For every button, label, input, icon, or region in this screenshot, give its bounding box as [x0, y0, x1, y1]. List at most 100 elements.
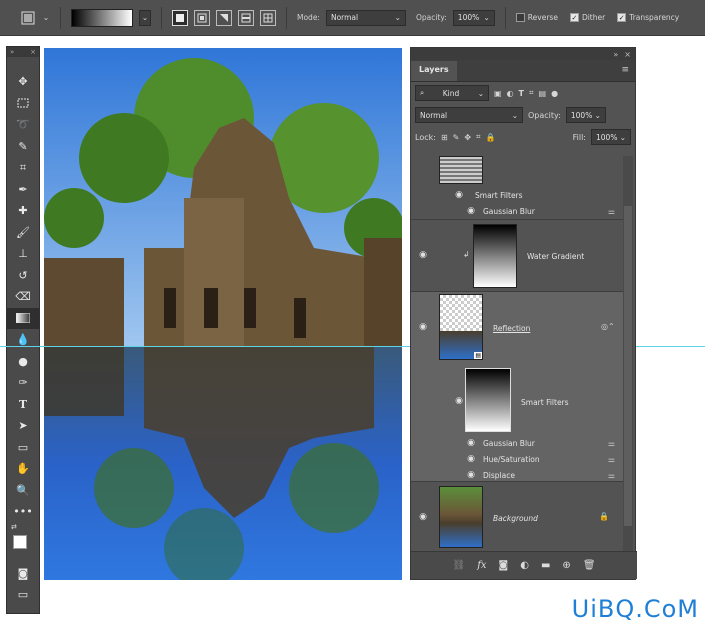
- fx-icon[interactable]: fx: [477, 560, 486, 571]
- eye-icon[interactable]: ◉: [465, 438, 477, 448]
- filter-options-icon[interactable]: ⚌: [608, 439, 615, 448]
- radial-gradient-icon[interactable]: [194, 9, 210, 26]
- close-icon[interactable]: ×: [624, 50, 631, 59]
- panel-menu-icon[interactable]: ≡: [621, 65, 635, 81]
- lock-position-icon[interactable]: ✥: [464, 133, 471, 142]
- blur-icon[interactable]: 💧: [7, 329, 39, 351]
- filter-toggle-icon[interactable]: ●: [551, 89, 558, 98]
- marquee-icon[interactable]: [7, 93, 39, 115]
- shape-icon[interactable]: ▭: [7, 437, 39, 459]
- layer-thumbnail: [439, 486, 483, 548]
- link-layers-icon[interactable]: ⛓: [452, 560, 465, 571]
- eye-icon[interactable]: ◉: [453, 190, 465, 200]
- watermark: UiBQ.CoM: [571, 595, 699, 623]
- lock-transparent-icon[interactable]: ⊞: [441, 133, 448, 142]
- lock-all-icon[interactable]: 🔒: [486, 133, 496, 142]
- healing-brush-icon[interactable]: ✚: [7, 200, 39, 222]
- new-group-icon[interactable]: ▬: [541, 560, 550, 571]
- lasso-icon[interactable]: ➰: [7, 114, 39, 136]
- mode-value: Normal: [330, 13, 359, 22]
- crop-icon[interactable]: ⌗: [7, 157, 39, 179]
- eraser-icon[interactable]: ⌫: [7, 286, 39, 308]
- dodge-icon[interactable]: ●: [7, 351, 39, 373]
- dither-checkbox[interactable]: ✓ Dither: [569, 13, 606, 22]
- chevron-down-icon: ⌄: [394, 13, 401, 22]
- dither-label: Dither: [581, 13, 606, 22]
- eye-icon[interactable]: ◉: [453, 396, 465, 406]
- gradient-icon[interactable]: [7, 307, 39, 329]
- screen-mode-icon[interactable]: ▭: [7, 584, 39, 606]
- gradient-picker[interactable]: [71, 8, 133, 27]
- quick-mask-icon[interactable]: ◙: [7, 563, 39, 585]
- mode-dropdown[interactable]: Normal ⌄: [325, 9, 406, 26]
- filter-adjustment-icon[interactable]: ◐: [507, 89, 514, 98]
- pen-icon[interactable]: ✑: [7, 372, 39, 394]
- brush-icon[interactable]: 🖌: [7, 222, 39, 244]
- history-brush-icon[interactable]: ↺: [7, 265, 39, 287]
- hand-icon[interactable]: ✋: [7, 458, 39, 480]
- layer-opacity-input[interactable]: 100% ⌄: [565, 107, 606, 123]
- fill-value: 100%: [596, 132, 618, 142]
- diamond-gradient-icon[interactable]: [260, 9, 276, 26]
- move-icon[interactable]: ✥: [7, 71, 39, 93]
- swap-colors-icon[interactable]: ⇄: [11, 523, 17, 531]
- eye-icon[interactable]: ◉: [417, 322, 429, 332]
- eye-icon[interactable]: ◉: [465, 206, 477, 216]
- layers-scrollbar[interactable]: [623, 156, 633, 552]
- reflected-gradient-icon[interactable]: [238, 9, 254, 26]
- filter-pixel-icon[interactable]: ▣: [494, 89, 502, 98]
- transparency-checkbox[interactable]: ✓ Transparency: [617, 13, 679, 22]
- layer-item[interactable]: ◉ Smart Filters ◉ Gaussian Blur ⚌: [411, 156, 623, 220]
- add-mask-icon[interactable]: ◙: [499, 560, 509, 571]
- delete-layer-icon[interactable]: 🗑: [583, 560, 596, 571]
- filter-kind-dropdown[interactable]: ⌕ Kind ⌄: [415, 85, 489, 101]
- more-icon[interactable]: •••: [7, 501, 39, 523]
- eye-icon[interactable]: ◉: [417, 512, 429, 522]
- tab-layers[interactable]: Layers: [411, 61, 457, 81]
- new-layer-icon[interactable]: ⊕: [562, 560, 570, 571]
- layers-panel: » × Layers ≡ ⌕ Kind ⌄ ▣ ◐ T ⌗ ▤ ● Normal ⌄ O…: [410, 47, 637, 580]
- filter-smart-object-icon[interactable]: ▤: [539, 89, 547, 98]
- quick-select-icon[interactable]: ✎: [7, 136, 39, 158]
- scrollbar-thumb[interactable]: [624, 206, 632, 526]
- layer-item[interactable]: ◉ ↲ Water Gradient: [411, 220, 623, 292]
- path-select-icon[interactable]: ➤: [7, 415, 39, 437]
- collapse-icon[interactable]: »: [10, 48, 14, 56]
- opacity-input[interactable]: 100% ⌄: [452, 9, 495, 26]
- eyedropper-icon[interactable]: ✒: [7, 179, 39, 201]
- collapse-icon[interactable]: »: [613, 50, 618, 59]
- fill-input[interactable]: 100% ⌄: [591, 129, 631, 145]
- lock-pixels-icon[interactable]: ✎: [453, 133, 460, 142]
- adjustment-layer-icon[interactable]: ◐: [520, 560, 529, 571]
- layer-item[interactable]: ◉ Background 🔒: [411, 482, 623, 552]
- layer-item-selected[interactable]: ◉ ▤ Reflection ◎⌃ ◉ Smart Filters ◉ Gaus…: [411, 292, 623, 482]
- foreground-color[interactable]: [13, 534, 27, 549]
- eye-icon[interactable]: ◉: [465, 470, 477, 480]
- chevron-down-icon[interactable]: ⌄: [42, 10, 50, 26]
- lock-row: Lock: ⊞ ✎ ✥ ⌗ 🔒 Fill: 100% ⌄: [411, 126, 635, 148]
- fill-label: Fill:: [572, 132, 586, 142]
- reverse-checkbox[interactable]: Reverse: [515, 13, 558, 22]
- filter-shape-icon[interactable]: ⌗: [529, 88, 534, 98]
- close-icon[interactable]: ×: [30, 48, 36, 56]
- filter-options-icon[interactable]: ⚌: [608, 455, 615, 464]
- type-icon[interactable]: T: [7, 394, 39, 416]
- search-icon: ⌕: [420, 88, 425, 97]
- clone-stamp-icon[interactable]: ⊥: [7, 243, 39, 265]
- filter-options-icon[interactable]: ⚌: [608, 207, 615, 216]
- blend-mode-dropdown[interactable]: Normal ⌄: [415, 107, 523, 123]
- gradient-picker-dropdown[interactable]: ⌄: [139, 9, 151, 26]
- filter-type-icon[interactable]: T: [519, 89, 524, 98]
- linear-gradient-icon[interactable]: [172, 9, 188, 26]
- gradient-tool-preset-icon[interactable]: [20, 10, 36, 26]
- angle-gradient-icon[interactable]: [216, 9, 232, 26]
- chevron-down-icon: ⌄: [594, 110, 601, 120]
- eye-icon[interactable]: ◉: [465, 454, 477, 464]
- filter-options-icon[interactable]: ⚌: [608, 471, 615, 480]
- layer-name: Water Gradient: [527, 252, 585, 261]
- eye-icon[interactable]: ◉: [417, 250, 429, 260]
- document-canvas[interactable]: [44, 48, 402, 580]
- zoom-icon[interactable]: 🔍: [7, 480, 39, 502]
- lock-artboard-icon[interactable]: ⌗: [476, 132, 481, 142]
- smart-filter-badge-icon[interactable]: ◎⌃: [601, 322, 615, 331]
